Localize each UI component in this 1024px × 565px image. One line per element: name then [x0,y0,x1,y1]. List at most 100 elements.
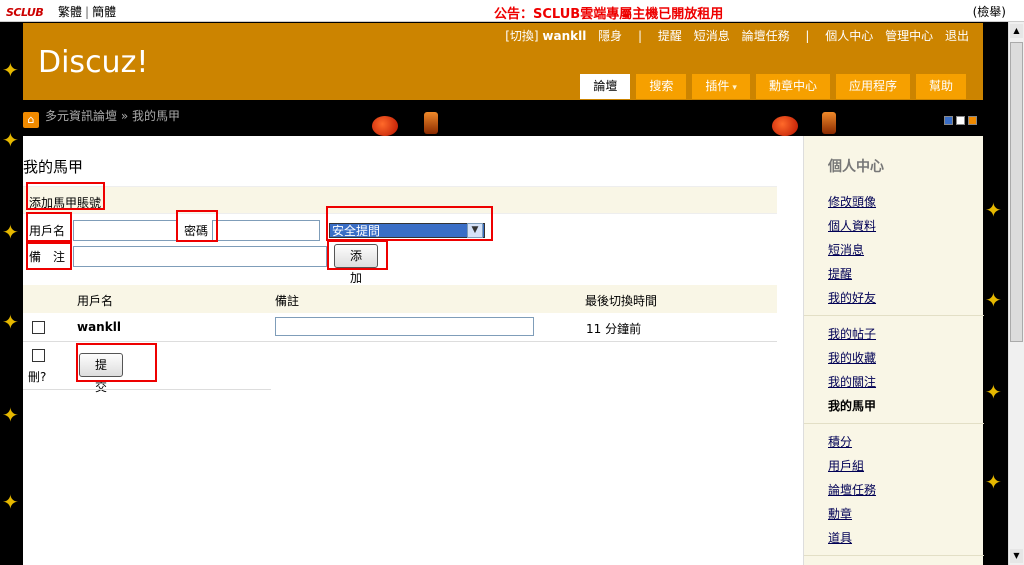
tab-apps[interactable]: 应用程序 [835,74,910,99]
messages-link[interactable]: 短消息 [694,29,730,43]
sidebar-item-medals[interactable]: 勳章 [828,505,852,522]
column-header-username: 用戶名 [77,294,114,308]
scroll-thumb[interactable] [1010,42,1023,342]
highlight-box [26,242,72,270]
top-bar: SCLUB 繁體 | 簡體 公告：SCLUB雲端專屬主機已開放租用 (檢舉) [0,0,1024,22]
lang-traditional-link[interactable]: 繁體 [58,5,82,19]
skin-blue-swatch[interactable] [944,116,953,125]
chevron-down-icon: ▾ [732,83,737,93]
sidebar-title: 個人中心 [828,159,884,175]
table-row: wankll 11 分鐘前 [23,313,777,342]
separator: | [805,29,810,43]
column-header-note: 備註 [275,294,300,308]
separator: | [85,5,90,19]
firework-decoration [424,112,438,134]
user-nav: [切換] wankll 隱身 | 提醒 短消息 論壇任務 | 個人中心 管理中心… [497,27,969,44]
scroll-down-icon[interactable]: ▼ [1010,549,1023,563]
star-decoration: ✦ [985,470,1002,494]
row-last-switch: 11 分鐘前 [586,322,642,336]
announcement-link[interactable]: 公告：SCLUB雲端專屬主機已開放租用 [494,3,723,22]
password-input[interactable] [212,220,320,241]
star-decoration: ✦ [2,490,19,514]
star-decoration: ✦ [2,403,19,427]
tab-plugins[interactable]: 插件 ▾ [692,74,750,99]
skin-orange-swatch[interactable] [968,116,977,125]
star-decoration: ✦ [985,288,1002,312]
lantern-decoration [372,116,398,136]
logout-link[interactable]: 退出 [945,29,969,43]
scroll-up-icon[interactable]: ▲ [1010,24,1023,38]
note-input[interactable] [73,246,327,267]
username-input[interactable] [73,220,177,241]
row-username: wankll [77,320,121,334]
page-title: 我的馬甲 [23,158,84,176]
row-note-input[interactable] [275,317,534,336]
report-link[interactable]: (檢舉) [973,3,1006,20]
invisible-link[interactable]: 隱身 [598,29,622,43]
sidebar-item-messages[interactable]: 短消息 [828,241,864,258]
lang-simplified-link[interactable]: 簡體 [92,5,116,19]
row-checkbox[interactable] [32,321,45,334]
username-link[interactable]: wankll [542,29,586,43]
tasks-link[interactable]: 論壇任務 [742,29,790,43]
star-decoration: ✦ [2,128,19,152]
star-decoration: ✦ [2,220,19,244]
sidebar: 個人中心 修改頭像 個人資料 短消息 提醒 我的好友 我的帖子 我的收藏 我的關… [803,136,984,565]
highlight-box [26,212,72,242]
highlight-box [26,182,105,210]
star-decoration: ✦ [985,198,1002,222]
skin-switcher [941,114,977,128]
highlight-box [327,240,388,270]
breadcrumb-forum[interactable]: 多元資訊論壇 [45,109,117,123]
table-header: 用戶名 備註 最後切換時間 [23,285,777,313]
brand-logo[interactable]: Discuz! [38,45,148,80]
sidebar-item-credits[interactable]: 積分 [828,433,852,450]
column-header-last-switch: 最後切換時間 [585,294,658,308]
delete-all-checkbox[interactable] [32,349,45,362]
star-decoration: ✦ [985,380,1002,404]
switch-account-link[interactable]: [切換] [505,29,538,43]
tab-medals[interactable]: 勳章中心 [755,74,830,99]
vertical-scrollbar[interactable]: ▲ ▼ [1008,22,1024,565]
firework-decoration [822,112,836,134]
sidebar-item-remind[interactable]: 提醒 [828,265,852,282]
tab-help[interactable]: 幫助 [915,74,966,99]
main-content: 我的馬甲 添加馬甲賬號 用戶名 密碼 安全提問 ▼ 備 注 添加 用戶名 備註 … [23,136,984,565]
sidebar-item-tasks[interactable]: 論壇任務 [828,481,876,498]
divider [804,315,984,316]
divider [804,423,984,424]
sidebar-item-avatar[interactable]: 修改頭像 [828,193,876,210]
highlight-box [326,206,493,241]
breadcrumb: ⌂ 多元資訊論壇 » 我的馬甲 [23,107,180,128]
sidebar-item-sockpuppets[interactable]: 我的馬甲 [828,397,876,414]
language-links: 繁體 | 簡體 [58,3,116,20]
divider [804,555,984,556]
breadcrumb-current: 我的馬甲 [132,109,181,123]
sidebar-item-friends[interactable]: 我的好友 [828,289,876,306]
tab-plugins-label: 插件 [705,79,730,93]
remind-link[interactable]: 提醒 [658,29,682,43]
admin-center-link[interactable]: 管理中心 [885,29,933,43]
highlight-box [76,343,157,382]
sidebar-item-favorites[interactable]: 我的收藏 [828,349,876,366]
delete-label: 刪? [28,370,47,384]
skin-white-swatch[interactable] [956,116,965,125]
breadcrumb-separator: » [120,109,129,123]
sidebar-item-items[interactable]: 道具 [828,529,852,546]
separator: | [638,29,643,43]
sidebar-item-follows[interactable]: 我的關注 [828,373,876,390]
sidebar-item-profile[interactable]: 個人資料 [828,217,876,234]
tab-forum[interactable]: 論壇 [580,74,631,99]
sidebar-item-posts[interactable]: 我的帖子 [828,325,876,342]
highlight-box [176,210,218,242]
home-icon[interactable]: ⌂ [23,112,39,128]
tab-search[interactable]: 搜索 [636,74,687,99]
personal-center-link[interactable]: 個人中心 [825,29,873,43]
divider [23,389,271,390]
star-decoration: ✦ [2,310,19,334]
lantern-decoration [772,116,798,136]
sidebar-item-usergroup[interactable]: 用戶組 [828,457,864,474]
star-decoration: ✦ [2,58,19,82]
site-logo[interactable]: SCLUB [6,6,44,19]
main-nav: 論壇 搜索 插件 ▾ 勳章中心 应用程序 幫助 [574,74,966,100]
